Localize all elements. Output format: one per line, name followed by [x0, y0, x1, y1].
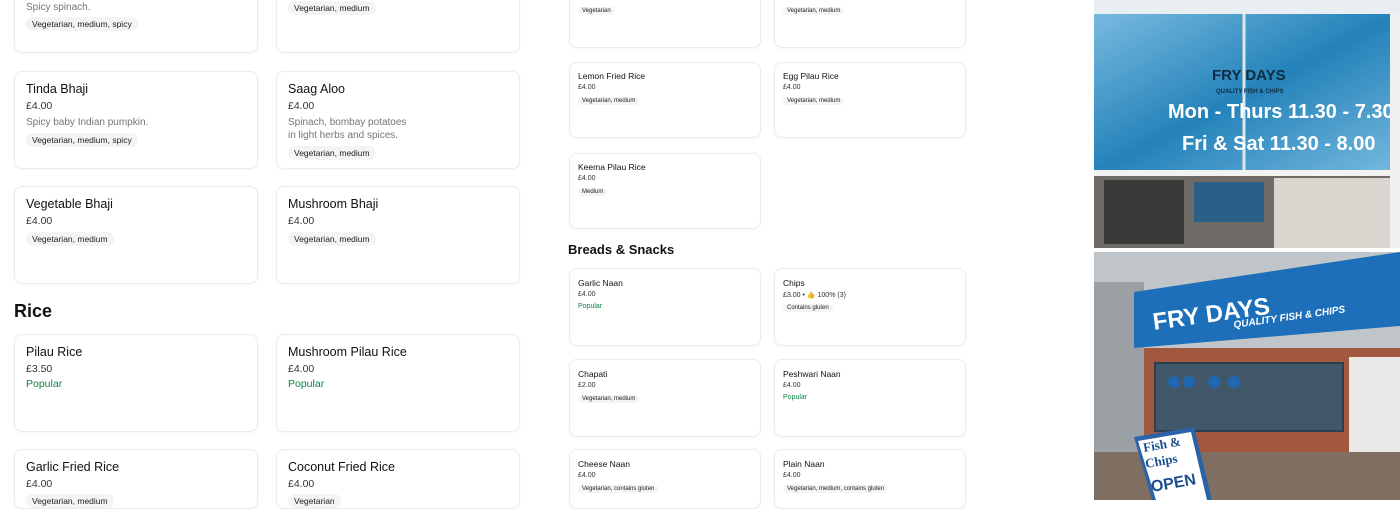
menu-item-card[interactable]: Vegetarian, medium [774, 0, 966, 48]
menu-item-card[interactable]: Mushroom Bhaji £4.00 Vegetarian, medium [276, 186, 520, 284]
item-price: £2.00 [578, 382, 596, 389]
item-name: Vegetable Bhaji [26, 197, 113, 211]
item-description: Spicy baby Indian pumpkin. [26, 117, 149, 128]
item-description: Spicy spinach. [26, 2, 91, 13]
menu-item-card[interactable]: Coconut Fried Rice £4.00 Vegetarian [276, 449, 520, 509]
item-tag: Vegetarian, medium [26, 494, 114, 508]
item-tag: Vegetarian, medium [288, 146, 376, 160]
item-tag: Vegetarian, medium, spicy [26, 17, 138, 31]
menu-item-card[interactable]: Pilau Rice £3.50 Popular [14, 334, 258, 432]
item-tag: Vegetarian, medium [578, 395, 640, 403]
item-name: Peshwari Naan [783, 369, 841, 379]
item-price: £4.00 [578, 84, 596, 91]
storefront-hours-illustration: FRY DAYS QUALITY FISH & CHIPS Mon - Thur… [1094, 0, 1400, 248]
item-price: £3.50 [26, 363, 53, 375]
storefront-entrance-illustration: FRY DAYS QUALITY FISH & CHIPS Fish & Chi… [1094, 252, 1400, 500]
item-price: £4.00 [783, 382, 801, 389]
item-name: Garlic Fried Rice [26, 460, 120, 474]
item-name: Garlic Naan [578, 278, 623, 288]
menu-item-card[interactable]: Garlic Fried Rice £4.00 Vegetarian, medi… [14, 449, 258, 509]
item-name: Keema Pilau Rice [578, 162, 646, 172]
item-price: £4.00 [783, 472, 801, 479]
item-tag: Vegetarian, medium, contains gluten [783, 485, 889, 493]
item-name: Pilau Rice [26, 345, 83, 359]
popular-badge: Popular [26, 378, 63, 390]
item-price: £4.00 [26, 215, 53, 227]
menu-item-card[interactable]: Plain Naan £4.00 Vegetarian, medium, con… [774, 449, 966, 509]
menu-item-card[interactable]: Vegetarian [569, 0, 761, 48]
section-title-rice: Rice [14, 301, 53, 321]
item-name: Egg Pilau Rice [783, 71, 839, 81]
menu-item-card[interactable]: Peshwari Naan £4.00 Popular [774, 359, 966, 437]
item-tag: Vegetarian, medium [26, 232, 114, 246]
item-price: £4.00 [288, 100, 315, 112]
storefront-photo-hours: FRY DAYS QUALITY FISH & CHIPS Mon - Thur… [1094, 0, 1400, 248]
item-price: £4.00 [578, 472, 596, 479]
popular-badge: Popular [783, 394, 808, 401]
section-title-breads: Breads & Snacks [568, 242, 675, 257]
item-price: £4.00 [578, 175, 596, 182]
menu-item-card[interactable]: Cheese Naan £4.00 Vegetarian, contains g… [569, 449, 761, 509]
item-name: Saag Aloo [288, 82, 345, 96]
menu-item-card[interactable]: Egg Pilau Rice £4.00 Vegetarian, medium [774, 62, 966, 138]
item-tag: Medium [578, 188, 608, 196]
item-price: £4.00 [26, 478, 53, 490]
popular-badge: Popular [288, 378, 325, 390]
menu-item-card[interactable]: Tinda Bhaji £4.00 Spicy baby Indian pump… [14, 71, 258, 169]
item-tag: Vegetarian, contains gluten [578, 485, 659, 493]
item-price-rating: £3.00 • 👍 100% (3) [783, 292, 846, 299]
item-tag: Contains gluten [783, 304, 833, 312]
item-tag: Vegetarian, medium [783, 7, 845, 15]
window-sign-sub: QUALITY FISH & CHIPS [1216, 89, 1284, 95]
menu-item-card[interactable]: Lemon Fried Rice £4.00 Vegetarian, mediu… [569, 62, 761, 138]
item-tag: Vegetarian, medium, spicy [26, 133, 138, 147]
menu-item-card[interactable]: Garlic Naan £4.00 Popular [569, 268, 761, 346]
menu-item-card[interactable]: Vegetarian, medium [276, 0, 520, 53]
item-price: £4.00 [288, 363, 315, 375]
item-price: £4.00 [578, 291, 596, 298]
item-name: Mushroom Bhaji [288, 197, 379, 211]
menu-item-card[interactable]: Keema Pilau Rice £4.00 Medium [569, 153, 761, 229]
item-name: Lemon Fried Rice [578, 71, 646, 81]
item-name: Tinda Bhaji [26, 82, 89, 96]
item-name: Chapati [578, 369, 608, 379]
item-tag: Vegetarian, medium [578, 97, 640, 105]
item-description: Spinach, bombay potatoes [288, 117, 407, 128]
item-name: Plain Naan [783, 459, 825, 469]
item-name: Cheese Naan [578, 459, 630, 469]
item-name: Coconut Fried Rice [288, 460, 395, 474]
menu-item-card[interactable]: Spicy spinach. Vegetarian, medium, spicy [14, 0, 258, 53]
item-name: Mushroom Pilau Rice [288, 345, 407, 359]
opening-hours-weekend: Fri & Sat 11.30 - 8.00 [1182, 133, 1375, 155]
item-price: £4.00 [288, 215, 315, 227]
storefront-photo-entrance: FRY DAYS QUALITY FISH & CHIPS Fish & Chi… [1094, 252, 1400, 500]
menu-item-card[interactable]: Vegetable Bhaji £4.00 Vegetarian, medium [14, 186, 258, 284]
item-tag: Vegetarian, medium [288, 1, 376, 15]
item-tag: Vegetarian, medium [783, 97, 845, 105]
item-tag: Vegetarian [578, 7, 615, 15]
item-price: £4.00 [288, 478, 315, 490]
opening-hours-weekday: Mon - Thurs 11.30 - 7.30 [1168, 101, 1394, 123]
item-tag: Vegetarian, medium [288, 232, 376, 246]
item-price: £4.00 [26, 100, 53, 112]
item-price: £4.00 [783, 84, 801, 91]
menu-item-card[interactable]: Mushroom Pilau Rice £4.00 Popular [276, 334, 520, 432]
item-description: in light herbs and spices. [288, 130, 399, 141]
menu-item-card[interactable]: Saag Aloo £4.00 Spinach, bombay potatoes… [276, 71, 520, 169]
menu-item-card[interactable]: Chapati £2.00 Vegetarian, medium [569, 359, 761, 437]
item-name: Chips [783, 278, 805, 288]
window-sign-brand: FRY DAYS [1212, 67, 1286, 84]
item-tag: Vegetarian [288, 494, 341, 508]
menu-item-card[interactable]: Chips £3.00 • 👍 100% (3) Contains gluten [774, 268, 966, 346]
popular-badge: Popular [578, 303, 603, 310]
